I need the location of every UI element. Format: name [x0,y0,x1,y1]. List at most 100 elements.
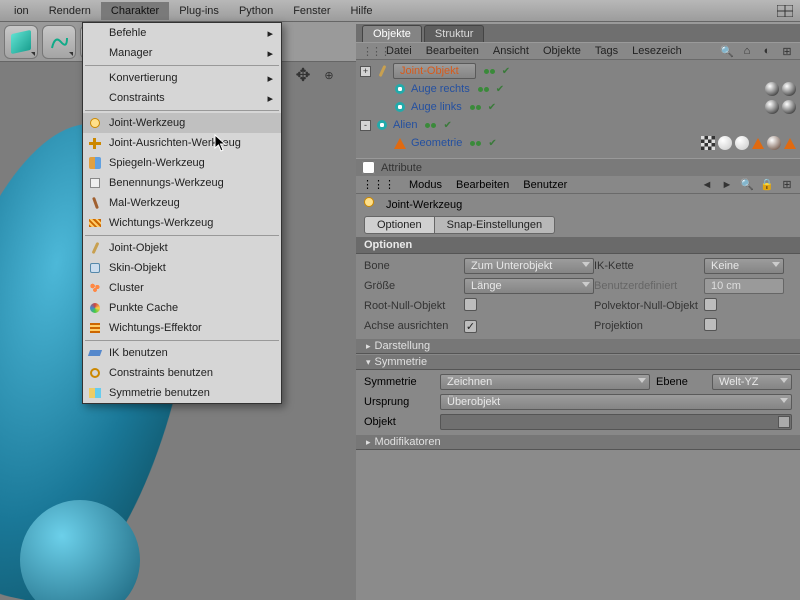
tag-sphere-icon[interactable] [782,82,796,96]
tree-row[interactable]: -Alien✔ [360,116,796,134]
link-objekt[interactable] [440,414,792,430]
menu-fenster[interactable]: Fenster [283,2,340,20]
link-picker-icon[interactable] [778,416,790,428]
primitive-cube-button[interactable] [4,25,38,59]
menu-item-label: Punkte Cache [109,302,178,314]
section-darstellung[interactable]: ▸Darstellung [356,338,800,354]
grip-icon[interactable]: ⋮⋮⋮ [362,178,395,191]
tag-white-icon[interactable] [735,136,749,150]
node-label[interactable]: Alien [393,119,417,131]
tab-optionen[interactable]: Optionen [364,216,435,234]
menu-item-konvertierung[interactable]: Konvertierung▸ [83,68,281,88]
objects-menu-datei[interactable]: Datei [386,45,412,57]
menu-item-punkte-cache[interactable]: Punkte Cache [83,298,281,318]
layout-icon[interactable] [776,4,794,18]
lock-icon[interactable]: 🔒 [760,178,774,192]
section-modifikatoren[interactable]: ▸Modifikatoren [356,434,800,450]
tab-objekte[interactable]: Objekte [362,25,422,42]
primitive-spline-button[interactable] [42,25,76,59]
tag-sphere-icon[interactable] [765,100,779,114]
object-tree[interactable]: +Joint-Objekt✔Auge rechts✔Auge links✔-Al… [356,60,800,158]
menu-item-cluster[interactable]: Cluster [83,278,281,298]
menu-plugins[interactable]: Plug-ins [169,2,229,20]
select-ik[interactable]: Keine [704,258,784,274]
align-icon [87,135,103,151]
node-label[interactable]: Auge rechts [411,83,470,95]
attr-menu-benutzer[interactable]: Benutzer [523,179,567,191]
menu-item-constraints-benutzen[interactable]: Constraints benutzen [83,363,281,383]
menu-item-joint-objekt[interactable]: Joint-Objekt [83,238,281,258]
axis-lock-icon[interactable]: ⊕ [318,64,340,86]
menu-item-befehle[interactable]: Befehle▸ [83,23,281,43]
node-label[interactable]: Geometrie [411,137,462,149]
search-icon[interactable]: 🔍 [740,178,754,192]
menu-rendern[interactable]: Rendern [39,2,101,20]
node-label[interactable]: Auge links [411,101,462,113]
nav-fwd-icon[interactable]: ► [720,178,734,192]
select-ebene[interactable]: Welt-YZ [712,374,792,390]
expand-toggle[interactable]: + [360,66,371,77]
menu-item-mal-werkzeug[interactable]: Mal-Werkzeug [83,193,281,213]
nav-back-icon[interactable]: ◄ [700,178,714,192]
attribute-toggle[interactable] [362,161,375,174]
search-icon[interactable]: 🔍 [720,44,734,58]
move-axis-icon[interactable] [292,64,314,86]
check-axis[interactable]: ✓ [464,320,477,333]
objects-menu-lesezeichen[interactable]: Lesezeich [632,45,682,57]
expand-toggle[interactable]: - [360,120,371,131]
attr-menu-modus[interactable]: Modus [409,179,442,191]
menu-item-manager[interactable]: Manager▸ [83,43,281,63]
tag-sphere-icon[interactable] [765,82,779,96]
select-size[interactable]: Länge [464,278,594,294]
menu-item-symmetrie-benutzen[interactable]: Symmetrie benutzen [83,383,281,403]
visibility-dots[interactable] [470,141,481,146]
tag-check-icon[interactable] [701,136,715,150]
menu-item-spiegeln-werkzeug[interactable]: Spiegeln-Werkzeug [83,153,281,173]
tree-row[interactable]: +Joint-Objekt✔ [360,62,796,80]
menu-hilfe[interactable]: Hilfe [340,2,382,20]
tag-tri-icon[interactable] [784,138,796,149]
check-polevec[interactable] [704,298,717,311]
tag-white-icon[interactable] [718,136,732,150]
node-label[interactable]: Joint-Objekt [393,63,476,79]
menu-charakter[interactable]: Charakter [101,2,169,20]
new-icon[interactable]: ⊞ [780,178,794,192]
select-symmetrie[interactable]: Zeichnen [440,374,650,390]
objects-menu-ansicht[interactable]: Ansicht [493,45,529,57]
tag-brown-icon[interactable] [767,136,781,150]
select-ursprung[interactable]: Überobjekt [440,394,792,410]
select-bone[interactable]: Zum Unterobjekt [464,258,594,274]
menu-item-wichtungs-effektor[interactable]: Wichtungs-Effektor [83,318,281,338]
menu-item-ik-benutzen[interactable]: IK benutzen [83,343,281,363]
tab-snap[interactable]: Snap-Einstellungen [435,216,555,234]
grip-icon[interactable]: ⋮⋮⋮ [362,45,372,58]
eye-icon[interactable]: ◐ [760,44,774,58]
visibility-dots[interactable] [484,69,495,74]
home-icon[interactable]: ⌂ [740,44,754,58]
menu-item-benennungs-werkzeug[interactable]: Benennungs-Werkzeug [83,173,281,193]
plus-icon[interactable]: ⊞ [780,44,794,58]
tag-tri-icon[interactable] [752,138,764,149]
tree-row[interactable]: Auge rechts✔ [360,80,796,98]
menu-item-skin-objekt[interactable]: Skin-Objekt [83,258,281,278]
menu-ion[interactable]: ion [4,2,39,20]
section-symmetrie[interactable]: ▾Symmetrie [356,354,800,370]
attr-menu-bearbeiten[interactable]: Bearbeiten [456,179,509,191]
tree-row[interactable]: Auge links✔ [360,98,796,116]
tree-row[interactable]: Geometrie✔ [360,134,796,152]
check-rootnull[interactable] [464,298,477,311]
menu-item-constraints[interactable]: Constraints▸ [83,88,281,108]
visibility-dots[interactable] [478,87,489,92]
tab-struktur[interactable]: Struktur [424,25,485,42]
menu-item-joint-werkzeug[interactable]: Joint-Werkzeug [83,113,281,133]
check-proj[interactable] [704,318,717,331]
menu-item-joint-ausrichten-werkzeug[interactable]: Joint-Ausrichten-Werkzeug [83,133,281,153]
menu-item-wichtungs-werkzeug[interactable]: Wichtungs-Werkzeug [83,213,281,233]
tag-sphere-icon[interactable] [782,100,796,114]
objects-menu-objekte[interactable]: Objekte [543,45,581,57]
visibility-dots[interactable] [425,123,436,128]
objects-menu-bearbeiten[interactable]: Bearbeiten [426,45,479,57]
objects-menu-tags[interactable]: Tags [595,45,618,57]
menu-python[interactable]: Python [229,2,283,20]
visibility-dots[interactable] [470,105,481,110]
